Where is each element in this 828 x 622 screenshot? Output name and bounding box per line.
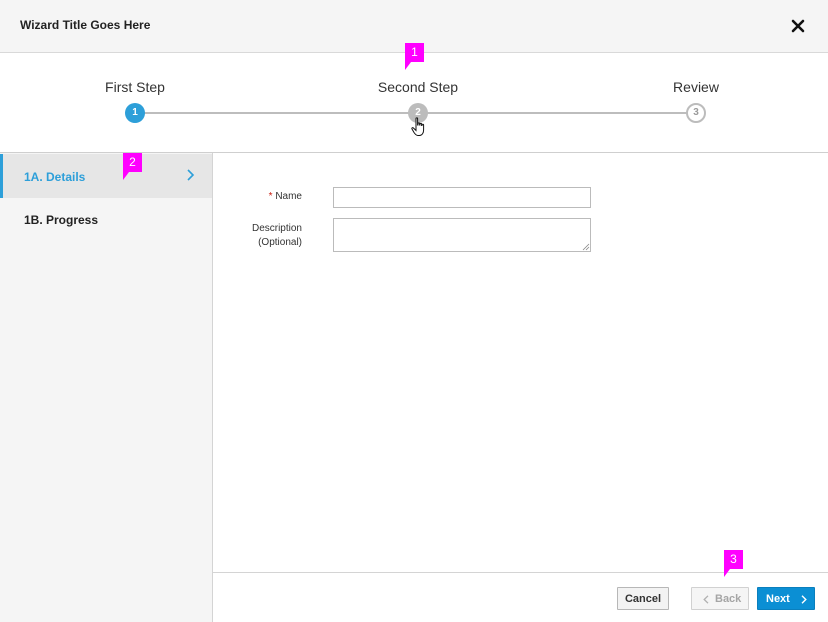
description-textarea[interactable]: [333, 218, 591, 252]
step-number-badge: 3: [686, 103, 706, 123]
next-button[interactable]: Next: [757, 587, 815, 610]
name-label: * Name: [213, 191, 302, 202]
sidebar-item-label: 1A. Details: [24, 170, 86, 184]
cancel-button-label: Cancel: [624, 593, 662, 605]
required-marker: *: [268, 191, 273, 202]
resize-grip-icon[interactable]: [582, 243, 590, 251]
chevron-left-icon: [703, 595, 709, 604]
chevron-right-icon: [801, 595, 807, 604]
step-label: First Step: [105, 79, 165, 95]
annotation-marker: 2: [123, 153, 142, 180]
step-label: Second Step: [377, 79, 459, 95]
wizard-sidebar: 1A. Details 1B. Progress: [0, 153, 213, 622]
annotation-number: 3: [730, 552, 737, 566]
sidebar-item-progress[interactable]: 1B. Progress: [0, 197, 212, 241]
back-button[interactable]: Back: [691, 587, 749, 610]
step-first[interactable]: First Step 1: [55, 53, 215, 153]
hand-cursor-icon: [411, 117, 425, 136]
description-label-line1: Description: [251, 223, 302, 234]
wizard-title: Wizard Title Goes Here: [20, 18, 151, 32]
step-review[interactable]: Review 3: [616, 53, 776, 153]
annotation-marker: 1: [405, 43, 424, 70]
name-input[interactable]: [333, 187, 591, 208]
details-form: * Name Description (Optional): [213, 153, 828, 573]
wizard-footer: Cancel Back Next: [213, 572, 828, 622]
sidebar-item-label: 1B. Progress: [24, 213, 99, 227]
back-button-label: Back: [715, 593, 742, 605]
annotation-tail: [123, 172, 129, 180]
description-label: Description (Optional): [213, 222, 302, 250]
annotation-tail: [724, 569, 730, 577]
annotation-number: 1: [411, 45, 418, 59]
step-number-badge: 1: [125, 103, 145, 123]
next-button-label: Next: [766, 593, 790, 605]
sidebar-item-details[interactable]: 1A. Details: [0, 154, 212, 198]
annotation-tail: [405, 62, 411, 70]
close-button[interactable]: [786, 13, 810, 39]
close-icon: [791, 19, 805, 33]
step-label: Review: [673, 79, 719, 95]
wizard-steps: First Step 1 Second Step 2 Review 3: [0, 53, 828, 153]
annotation-number: 2: [129, 155, 136, 169]
description-label-line2: (Optional): [258, 237, 302, 248]
chevron-right-icon: [187, 169, 195, 181]
name-label-text: Name: [275, 191, 302, 202]
step-second[interactable]: Second Step 2: [338, 53, 498, 153]
cancel-button[interactable]: Cancel: [617, 587, 669, 610]
annotation-marker: 3: [724, 550, 743, 577]
